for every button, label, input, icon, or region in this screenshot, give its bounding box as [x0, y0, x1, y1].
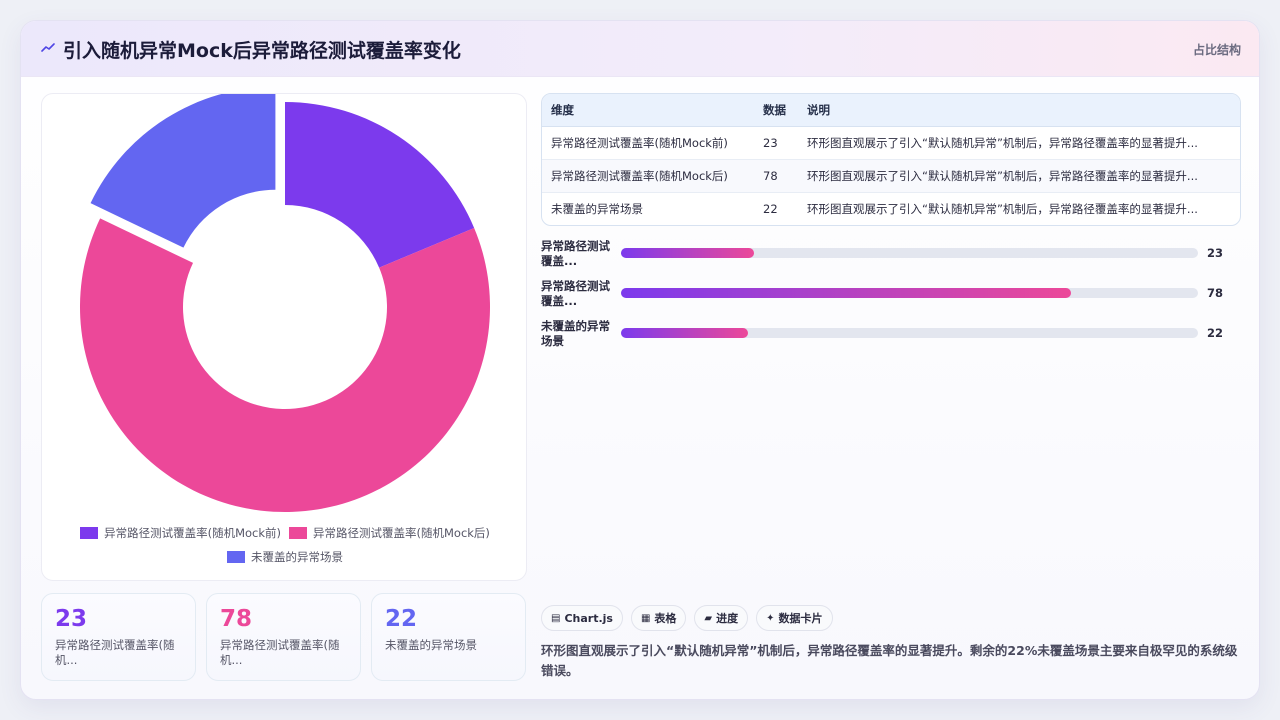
stat-value: 22: [385, 606, 418, 632]
page-title: 引入随机异常Mock后异常路径测试覆盖率变化: [63, 40, 461, 62]
donut-chart: [80, 94, 490, 513]
sparkle-icon: ✦: [766, 612, 775, 624]
chip-progress[interactable]: ▰ 进度: [694, 605, 749, 631]
legend-label: 未覆盖的异常场景: [251, 550, 343, 564]
table-cell: 异常路径测试覆盖率(随机Mock后): [542, 158, 754, 192]
table-header-description: 说明: [798, 94, 1240, 127]
donut-chart-panel: 异常路径测试覆盖率(随机Mock前) 异常路径测试覆盖率(随机Mock后) 未覆盖的…: [41, 93, 527, 581]
table-row: 异常路径测试覆盖率(随机Mock后) 78 环形图直观展示了引入“默认随机异常”…: [542, 158, 1240, 192]
chart-type-tag: 占比结构: [1192, 43, 1241, 57]
chip-label: 进度: [716, 612, 739, 625]
chip-label: 数据卡片: [778, 612, 823, 625]
chip-label: Chart.js: [564, 611, 613, 625]
table-row: 未覆盖的异常场景 22 环形图直观展示了引入“默认随机异常”机制后，异常路径覆盖…: [542, 191, 1240, 225]
bar-fill: [621, 248, 754, 258]
table-cell: 未覆盖的异常场景: [542, 191, 754, 225]
legend-label: 异常路径测试覆盖率(随机Mock后): [313, 526, 490, 540]
legend-item[interactable]: 异常路径测试覆盖率(随机Mock前): [80, 522, 281, 544]
dashboard-card: 引入随机异常Mock后异常路径测试覆盖率变化 占比结构 异常路径测试覆盖率(随机…: [20, 20, 1260, 700]
feature-chips: ▤ Chart.js ▦ 表格 ▰ 进度 ✦ 数据卡片: [541, 605, 833, 631]
chart-icon: ▤: [551, 612, 561, 624]
stat-value: 78: [220, 606, 253, 632]
table-cell: 环形图直观展示了引入“默认随机异常”机制后，异常路径覆盖率的显著提升...: [798, 158, 1240, 192]
bar-track: [621, 328, 1198, 338]
stat-label: 未覆盖的异常场景: [385, 638, 477, 652]
stat-card: 78 异常路径测试覆盖率(随机...: [206, 593, 361, 681]
bar-label: 异常路径测试覆盖...: [541, 279, 610, 308]
chip-label: 表格: [654, 612, 677, 625]
bar-track: [621, 248, 1198, 258]
bar-track: [621, 288, 1198, 298]
bar-value: 78: [1207, 286, 1224, 300]
donut-slice[interactable]: [80, 218, 490, 513]
bar-label: 未覆盖的异常场景: [541, 319, 610, 348]
bar-row: 异常路径测试覆盖... 78: [541, 277, 1241, 317]
bar-row: 未覆盖的异常场景 22: [541, 317, 1241, 357]
chart-description: 环形图直观展示了引入“默认随机异常”机制后，异常路径覆盖率的显著提升。剩余的22…: [541, 643, 1238, 678]
stat-card: 23 异常路径测试覆盖率(随机...: [41, 593, 196, 681]
stat-value: 23: [55, 606, 88, 632]
bar-value: 22: [1207, 326, 1224, 340]
bar-label: 异常路径测试覆盖...: [541, 239, 610, 268]
progress-icon: ▰: [704, 612, 713, 624]
chip-sparkle[interactable]: ✦ 数据卡片: [756, 605, 833, 631]
chip-chart[interactable]: ▤ Chart.js: [541, 605, 623, 631]
legend-swatch: [227, 551, 245, 563]
table-cell: 异常路径测试覆盖率(随机Mock前): [542, 125, 754, 159]
legend-item[interactable]: 未覆盖的异常场景: [227, 546, 343, 568]
table-cell: 环形图直观展示了引入“默认随机异常”机制后，异常路径覆盖率的显著提升...: [798, 125, 1240, 159]
stat-card: 22 未覆盖的异常场景: [371, 593, 526, 681]
table-header-dimension: 维度: [542, 94, 754, 127]
chart-legend: 异常路径测试覆盖率(随机Mock前) 异常路径测试覆盖率(随机Mock后) 未覆盖的…: [42, 522, 528, 570]
legend-swatch: [289, 527, 307, 539]
trend-icon: [41, 43, 55, 52]
stat-label: 异常路径测试覆盖率(随机...: [55, 638, 175, 667]
table-cell: 22: [754, 191, 798, 225]
legend-item[interactable]: 异常路径测试覆盖率(随机Mock后): [289, 522, 490, 544]
chip-table[interactable]: ▦ 表格: [630, 605, 687, 631]
table-cell: 78: [754, 158, 798, 192]
bar-value: 23: [1207, 246, 1224, 260]
table-icon: ▦: [640, 612, 651, 624]
table-header-value: 数据: [754, 94, 798, 127]
stat-label: 异常路径测试覆盖率(随机...: [220, 638, 340, 667]
bar-row: 异常路径测试覆盖... 23: [541, 237, 1241, 277]
table-row: 异常路径测试覆盖率(随机Mock前) 23 环形图直观展示了引入“默认随机异常”…: [542, 125, 1240, 159]
bar-fill: [621, 288, 1072, 298]
table-cell: 23: [754, 125, 798, 159]
progress-bars: 异常路径测试覆盖... 23 异常路径测试覆盖... 78 未覆盖的异常场景 22: [541, 237, 1241, 357]
table-cell: 环形图直观展示了引入“默认随机异常”机制后，异常路径覆盖率的显著提升...: [798, 191, 1240, 225]
legend-label: 异常路径测试覆盖率(随机Mock前): [104, 526, 281, 540]
data-table: 维度 数据 说明 异常路径测试覆盖率(随机Mock前) 23 环形图直观展示了引…: [541, 93, 1241, 226]
bar-fill: [621, 328, 748, 338]
donut-slice[interactable]: [90, 94, 276, 248]
header-bar: 引入随机异常Mock后异常路径测试覆盖率变化 占比结构: [21, 21, 1259, 77]
legend-swatch: [80, 527, 99, 539]
